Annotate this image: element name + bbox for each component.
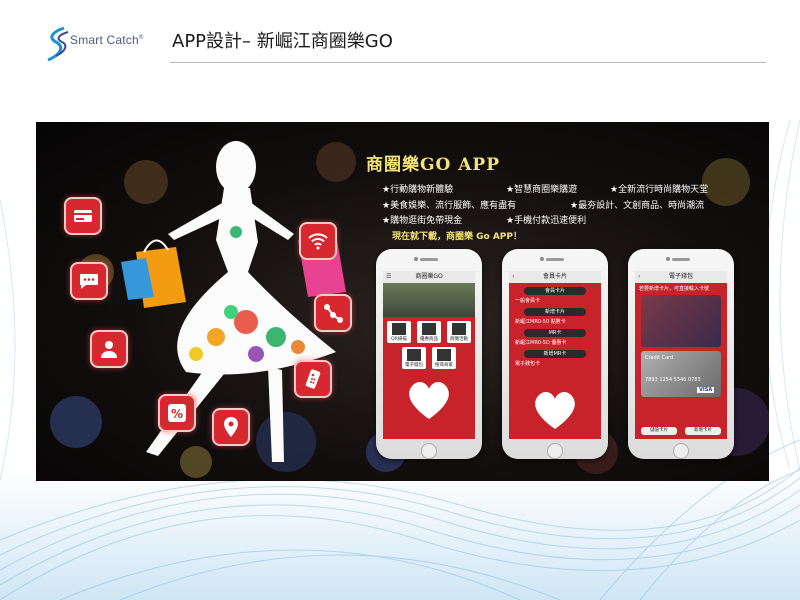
remote-control-icon (294, 360, 332, 398)
page-title: APP設計– 新崛江商圈樂GO (172, 31, 393, 52)
camera-dot (414, 257, 418, 261)
screen-title-bar: ‹ 會員卡片 (509, 271, 601, 283)
home-button (673, 443, 689, 459)
share-nodes-icon (314, 294, 352, 332)
topup-button[interactable]: 儲值卡片 (641, 427, 677, 435)
menu-pill[interactable]: 新增卡片 (524, 308, 586, 316)
app-heading: 商圈樂GO APP (366, 155, 501, 175)
phone-mockup-cards: ‹ 會員卡片 會員卡片 一般會員卡 新增卡片 新崛江MR0-50 點數卡 MR卡… (502, 249, 608, 459)
screen-title: 會員卡片 (542, 273, 567, 280)
qr-scan-button[interactable]: QR掃描 (387, 321, 411, 343)
wifi-icon (299, 222, 337, 260)
phone-mockup-wallet: ‹ 電子錢包 若要新增卡片，可直接輸入卡號 Credit Card 7893 1… (628, 249, 734, 459)
credit-card: Credit Card 7893 1254 5346 0783 VISA (641, 351, 721, 397)
promo-button[interactable]: 優惠商品 (417, 321, 441, 343)
back-arrow-icon: ‹ (638, 273, 641, 280)
phone-screen: ‹ 電子錢包 若要新增卡片，可直接輸入卡號 Credit Card 7893 1… (635, 271, 727, 439)
download-cta: 現在就下載，商圈樂 Go APP！ (392, 232, 522, 242)
heart-collage-icon (409, 382, 449, 419)
screen-title: 電子錢包 (668, 273, 693, 280)
wallet-note: 若要新增卡片，可直接輸入卡號 (639, 286, 710, 292)
card-row: 電子錢包卡 (515, 361, 541, 367)
screen-title-bar: ☰ 商圈樂GO (383, 271, 475, 283)
card-row: 新崛江MR0-5D 優惠卡 (515, 340, 567, 346)
feature-item: ★行動購物新體驗 (382, 185, 454, 195)
feature-item: ★智慧商圈樂購遊 (506, 185, 578, 195)
feature-item: ★購物逛街免帶現金 (382, 216, 463, 226)
speaker-slot (420, 258, 438, 261)
menu-pill[interactable]: 新增MR卡 (524, 350, 586, 358)
camera-dot (666, 257, 670, 261)
heart-collage-icon (535, 392, 575, 429)
add-card-button[interactable]: 新增卡片 (685, 427, 721, 435)
chat-icon (70, 262, 108, 300)
event-button[interactable]: 商圈活動 (447, 321, 471, 343)
phone-screen: ‹ 會員卡片 會員卡片 一般會員卡 新增卡片 新崛江MR0-50 點數卡 MR卡… (509, 271, 601, 439)
credit-card-icon (64, 197, 102, 235)
logo-text: Smart Catch® (70, 33, 144, 47)
feature-item: ★手機付款迅速便利 (506, 216, 587, 226)
home-button (421, 443, 437, 459)
app-banner: % 商圈樂GO APP ★行動購物新體驗 ★智慧商圈樂購遊 ★全新流行時尚購物天… (36, 122, 769, 481)
card-row: 一般會員卡 (515, 298, 541, 304)
menu-icon: ☰ (386, 273, 392, 280)
feature-item: ★最夯設計、文創商品、時尚潮流 (570, 201, 705, 211)
location-pin-icon (212, 408, 250, 446)
search-shop-button[interactable]: 搜尋商家 (432, 347, 456, 369)
speaker-slot (546, 258, 564, 261)
speaker-slot (672, 258, 690, 261)
screen-title: 商圈樂GO (415, 273, 443, 280)
phone-screen: ☰ 商圈樂GO QR掃描 優惠商品 商圈活動 電子錢包 搜尋商家 (383, 271, 475, 439)
wallet-button[interactable]: 電子錢包 (402, 347, 426, 369)
feature-item: ★美食娛樂、流行服飾、應有盡有 (382, 201, 517, 211)
screen-title-bar: ‹ 電子錢包 (635, 271, 727, 283)
percent-icon: % (158, 394, 196, 432)
home-button (547, 443, 563, 459)
camera-dot (540, 257, 544, 261)
header-divider (170, 62, 766, 63)
menu-pill[interactable]: 會員卡片 (524, 287, 586, 295)
phone-mockup-home: ☰ 商圈樂GO QR掃描 優惠商品 商圈活動 電子錢包 搜尋商家 (376, 249, 482, 459)
clothes-photo (641, 295, 721, 347)
street-photo (383, 283, 475, 317)
menu-pill[interactable]: MR卡 (524, 329, 586, 337)
card-row: 新崛江MR0-50 點數卡 (515, 319, 566, 325)
back-arrow-icon: ‹ (512, 273, 515, 280)
feature-item: ★全新流行時尚購物天堂 (610, 185, 709, 195)
person-icon (90, 330, 128, 368)
svg-text:%: % (171, 407, 183, 421)
